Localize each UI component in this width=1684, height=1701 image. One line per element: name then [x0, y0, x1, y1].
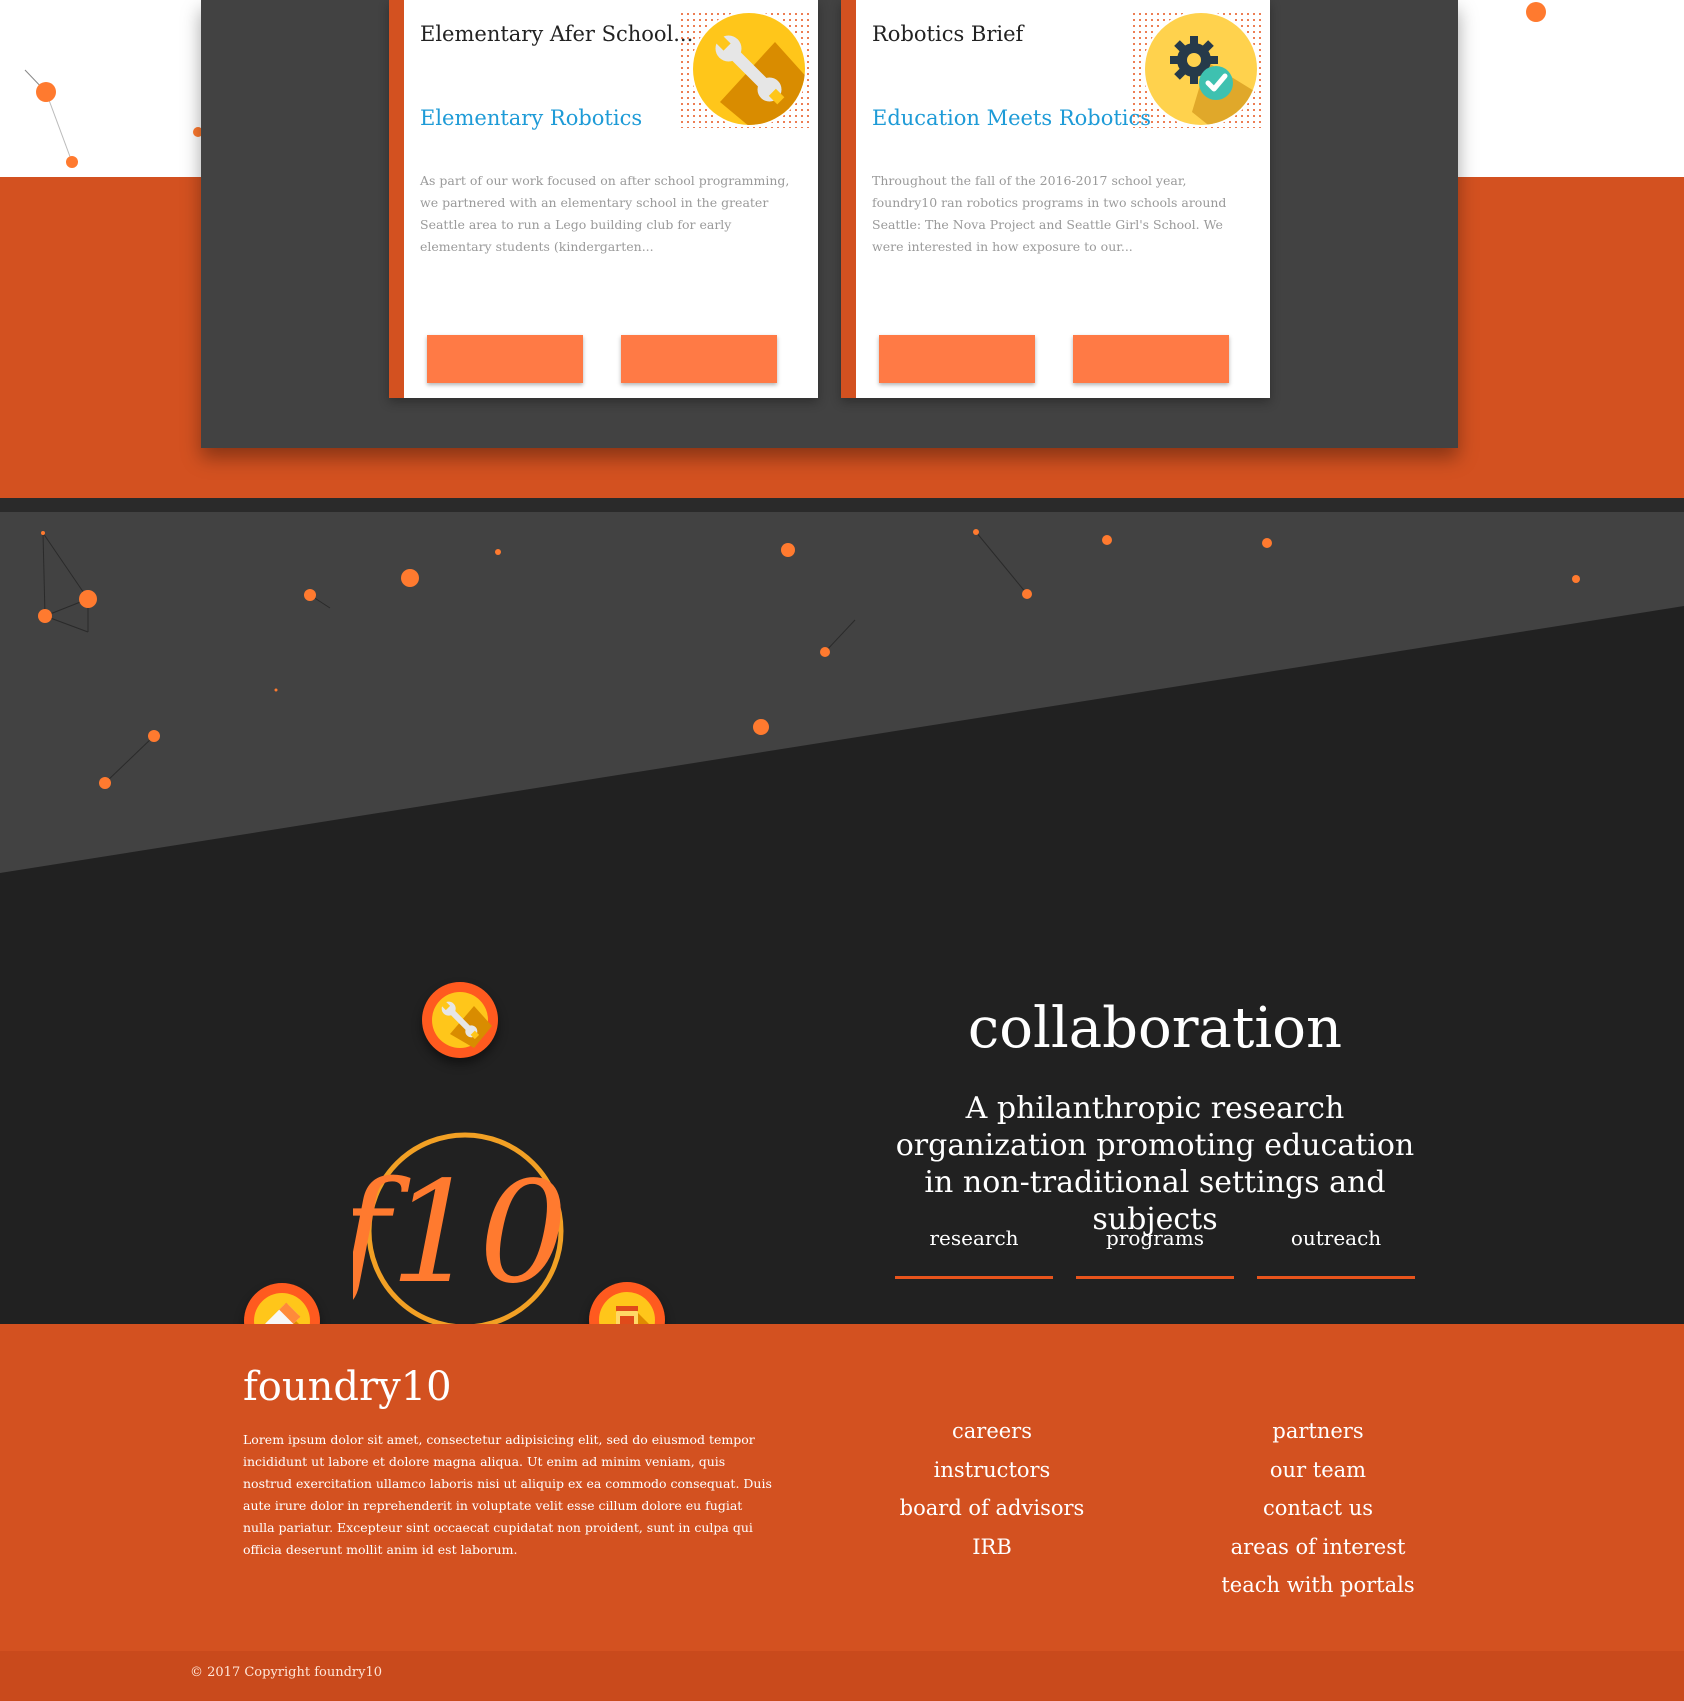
footer-links-column-2: partners our team contact us areas of in…	[1188, 1412, 1448, 1605]
hero-top-bar	[0, 498, 1684, 512]
footer-brand: foundry10	[243, 1364, 452, 1410]
nav-link-programs[interactable]: programs	[1076, 1226, 1234, 1279]
card-accent-stripe	[389, 0, 404, 398]
card-read-more-button[interactable]	[879, 335, 1035, 383]
hero-background-network	[0, 512, 1684, 873]
gear-check-icon	[1132, 12, 1263, 128]
footer-link-careers[interactable]: careers	[862, 1412, 1122, 1451]
card-subtitle[interactable]: Elementary Robotics	[420, 106, 642, 130]
footer-links-column-1: careers instructors board of advisors IR…	[862, 1412, 1122, 1566]
hero-section	[0, 498, 1684, 1324]
hero-title: collaboration	[967, 996, 1343, 1061]
wrench-badge-icon	[422, 982, 498, 1058]
card-subtitle[interactable]: Education Meets Robotics	[872, 106, 1151, 130]
card-excerpt: As part of our work focused on after sch…	[420, 173, 790, 254]
logo-text: f10	[353, 1152, 568, 1315]
card-view-button[interactable]	[1073, 335, 1229, 383]
card-title[interactable]: Elementary Afer School...	[420, 22, 693, 46]
footer-link-teach-with-portals[interactable]: teach with portals	[1188, 1566, 1448, 1605]
footer-link-instructors[interactable]: instructors	[862, 1451, 1122, 1490]
project-card: Elementary Afer School... Elementary Rob…	[389, 0, 818, 398]
card-read-more-button[interactable]	[427, 335, 583, 383]
footer-link-partners[interactable]: partners	[1188, 1412, 1448, 1451]
footer-description: Lorem ipsum dolor sit amet, consectetur …	[243, 1432, 772, 1557]
card-view-button[interactable]	[621, 335, 777, 383]
wrench-icon	[680, 12, 811, 128]
card-accent-stripe	[841, 0, 856, 398]
f10-logo: f10	[329, 1131, 573, 1335]
footer-link-contact-us[interactable]: contact us	[1188, 1489, 1448, 1528]
hero-tagline: A philanthropic research organization pr…	[895, 1091, 1415, 1237]
footer-link-irb[interactable]: IRB	[862, 1528, 1122, 1567]
card-excerpt: Throughout the fall of the 2016-2017 sch…	[872, 173, 1227, 254]
copyright-text: © 2017 Copyright foundry10	[190, 1665, 383, 1680]
nav-link-outreach[interactable]: outreach	[1257, 1226, 1415, 1279]
footer-link-areas-of-interest[interactable]: areas of interest	[1188, 1528, 1448, 1567]
card-title[interactable]: Robotics Brief	[872, 22, 1023, 46]
nav-link-research[interactable]: research	[895, 1226, 1053, 1279]
footer-link-our-team[interactable]: our team	[1188, 1451, 1448, 1490]
featured-panel: Elementary Afer School... Elementary Rob…	[201, 0, 1458, 448]
footer-link-board-of-advisors[interactable]: board of advisors	[862, 1489, 1122, 1528]
decorative-dot-top-right	[1526, 2, 1546, 22]
project-card: Robotics Brief Education Meets Robotics …	[841, 0, 1270, 398]
